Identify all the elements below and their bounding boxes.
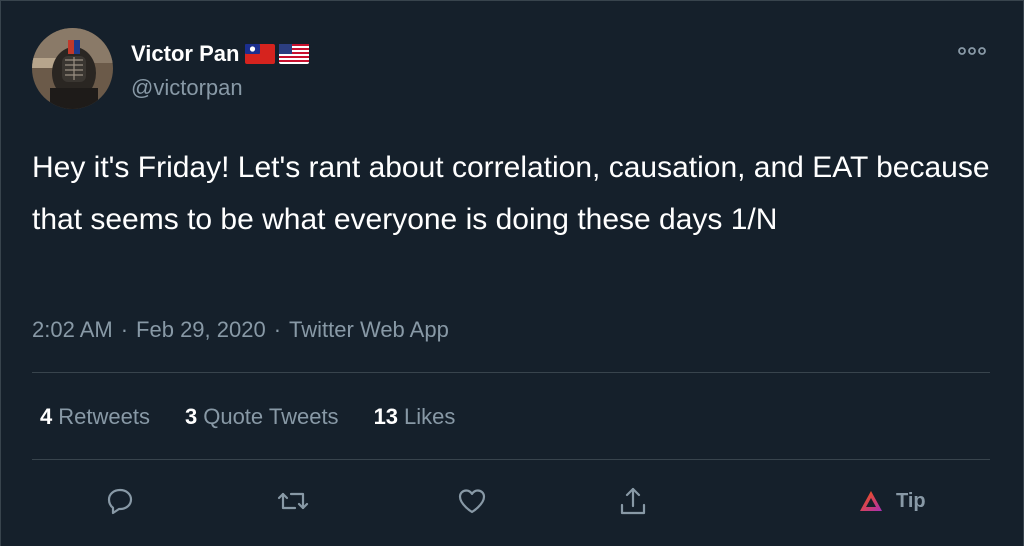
- retweet-button[interactable]: [273, 481, 313, 521]
- reply-button[interactable]: [100, 481, 140, 521]
- tip-label: Tip: [896, 489, 926, 512]
- more-horizontal-icon: [958, 47, 986, 55]
- tweet-actions: Tip: [1, 481, 1023, 521]
- likes-stat[interactable]: 13 Likes: [374, 404, 456, 430]
- reply-icon: [107, 488, 133, 515]
- avatar[interactable]: [32, 28, 113, 109]
- tweet-source[interactable]: Twitter Web App: [289, 317, 449, 343]
- quote-tweets-label: Quote Tweets: [203, 404, 339, 429]
- tweet-date[interactable]: Feb 29, 2020: [136, 317, 266, 343]
- brave-triangle-icon: [860, 491, 882, 511]
- user-handle[interactable]: @victorpan: [131, 75, 309, 101]
- user-identity: Victor Pan @victorpan: [131, 41, 310, 101]
- likes-label: Likes: [404, 404, 456, 429]
- like-button[interactable]: [452, 481, 492, 521]
- retweets-count: 4: [40, 404, 53, 429]
- heart-icon: [458, 489, 486, 514]
- quote-tweets-count: 3: [184, 404, 198, 429]
- divider: [32, 459, 990, 460]
- name-row: Victor Pan: [131, 41, 310, 67]
- retweet-icon: [277, 492, 309, 510]
- avatar-image: [32, 28, 113, 109]
- meta-separator: ·: [120, 317, 129, 342]
- more-options-button[interactable]: [957, 41, 987, 61]
- retweets-stat[interactable]: 4 Retweets: [40, 404, 150, 430]
- tweet-stats: 4 Retweets 3 Quote Tweets 13 Likes: [40, 404, 490, 430]
- taiwan-flag-icon: [245, 44, 276, 64]
- tweet-card: Victor Pan @victorpan Hey it's Friday! L…: [0, 0, 1024, 546]
- tweet-meta: 2:02 AM · Feb 29, 2020 · Twitter Web App: [32, 317, 449, 343]
- retweets-label: Retweets: [58, 404, 150, 429]
- share-button[interactable]: [613, 481, 653, 521]
- share-icon: [620, 487, 646, 515]
- tweet-time[interactable]: 2:02 AM: [32, 317, 113, 343]
- meta-separator: ·: [273, 317, 282, 342]
- tweet-header: Victor Pan @victorpan: [32, 28, 310, 109]
- us-flag-icon: [279, 44, 310, 64]
- display-name[interactable]: Victor Pan: [131, 41, 239, 67]
- quote-tweets-stat[interactable]: 3 Quote Tweets: [185, 404, 339, 430]
- likes-count: 13: [373, 404, 399, 429]
- tweet-text: Hey it's Friday! Let's rant about correl…: [32, 151, 990, 236]
- divider: [32, 372, 990, 373]
- tip-button[interactable]: Tip: [858, 489, 926, 513]
